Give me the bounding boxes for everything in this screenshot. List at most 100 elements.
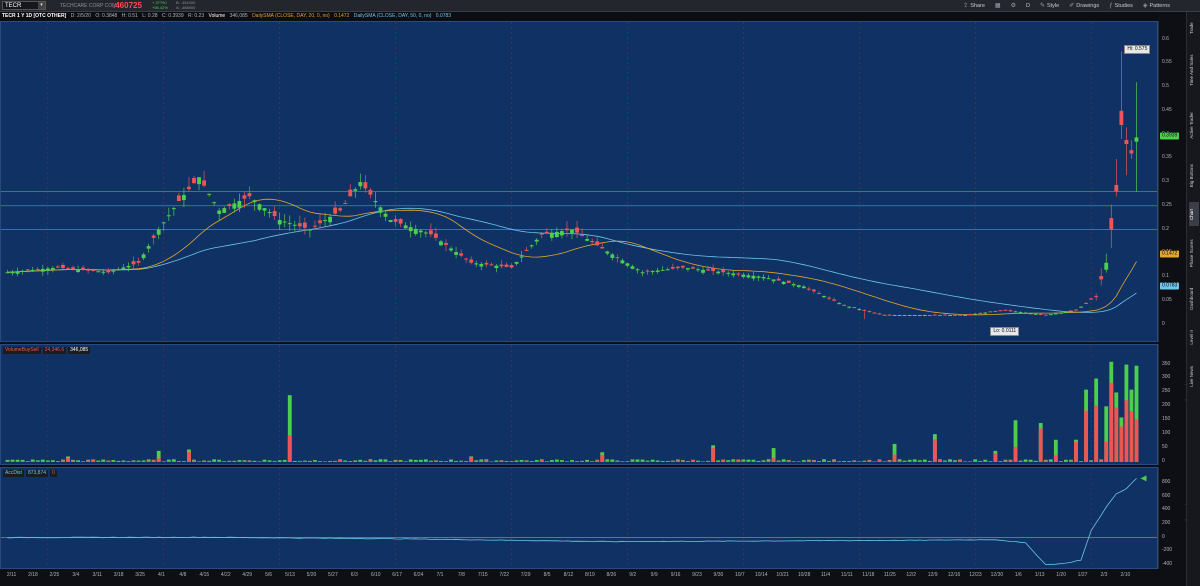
candlestick[interactable] (297, 215, 302, 231)
candlestick[interactable] (670, 263, 675, 270)
candlestick[interactable] (56, 265, 60, 269)
candlestick[interactable] (202, 170, 206, 188)
candlestick[interactable] (61, 262, 65, 270)
candlestick[interactable] (136, 257, 141, 266)
candlestick[interactable] (842, 304, 847, 307)
volume-bar[interactable] (1099, 459, 1104, 462)
sidebar-tab-phase-scores[interactable]: Phase Scores (1189, 230, 1199, 276)
volume-bar[interactable] (872, 461, 877, 462)
volume-bar[interactable] (549, 460, 554, 462)
symbol-dropdown-icon[interactable]: ▾ (38, 2, 45, 9)
candlestick[interactable] (383, 210, 388, 222)
candlestick[interactable] (605, 250, 610, 256)
volume-bar[interactable] (141, 460, 146, 462)
volume-bar[interactable] (403, 461, 408, 462)
volume-bar[interactable] (776, 460, 781, 462)
volume-bar[interactable] (1104, 406, 1109, 462)
candlestick[interactable] (686, 268, 690, 272)
volume-bar[interactable] (308, 460, 312, 462)
volume-bar[interactable] (630, 459, 635, 462)
volume-bar[interactable] (418, 459, 423, 462)
candlestick[interactable] (378, 205, 383, 218)
volume-bar[interactable] (887, 459, 892, 462)
candlestick[interactable] (212, 201, 217, 206)
volume-bar[interactable] (539, 459, 544, 462)
volume-bar[interactable] (625, 461, 630, 462)
candlestick[interactable] (131, 256, 136, 269)
candlestick[interactable] (1119, 51, 1124, 139)
volume-bar[interactable] (91, 459, 96, 462)
candlestick[interactable] (917, 314, 922, 316)
candlestick[interactable] (393, 215, 398, 227)
volume-bar[interactable] (524, 460, 529, 462)
candlestick[interactable] (484, 260, 489, 268)
volume-bar[interactable] (731, 459, 736, 462)
volume-bar[interactable] (106, 460, 111, 462)
volume-bar[interactable] (580, 460, 584, 462)
volume-bar[interactable] (721, 459, 726, 462)
volume-bar[interactable] (171, 459, 176, 462)
candlestick[interactable] (660, 266, 665, 271)
candlestick[interactable] (227, 203, 232, 210)
volume-bar[interactable] (1114, 392, 1119, 462)
candlestick[interactable] (302, 217, 307, 235)
volume-bar[interactable] (837, 461, 842, 462)
volume-bar[interactable] (1043, 459, 1048, 462)
volume-bar[interactable] (182, 461, 186, 462)
candlestick[interactable] (252, 199, 257, 211)
volume-bar[interactable] (544, 461, 549, 462)
volume-bar[interactable] (1134, 365, 1139, 462)
candlestick[interactable] (1003, 309, 1008, 311)
volume-bar[interactable] (640, 459, 645, 462)
candlestick[interactable] (600, 242, 605, 249)
sidebar-tab-trade[interactable]: Trade (1189, 16, 1199, 40)
volume-bar[interactable] (499, 460, 504, 462)
volume-bar[interactable] (509, 461, 514, 462)
candlestick[interactable] (1013, 310, 1018, 313)
candlestick[interactable] (353, 187, 358, 198)
volume-bar[interactable] (791, 461, 796, 462)
candlestick[interactable] (771, 279, 776, 284)
sidebar-tab-live-news[interactable]: Live News (1189, 358, 1199, 395)
candlestick[interactable] (428, 223, 433, 238)
candlestick[interactable] (86, 267, 91, 274)
volume-bar[interactable] (81, 461, 86, 462)
candlestick[interactable] (640, 270, 645, 277)
candlestick[interactable] (1124, 127, 1129, 176)
volume-bar[interactable] (1048, 459, 1053, 462)
volume-bar[interactable] (585, 459, 590, 462)
volume-bar[interactable] (454, 460, 458, 462)
volume-bar[interactable] (1064, 459, 1068, 462)
candlestick[interactable] (635, 267, 640, 274)
volume-bar[interactable] (459, 460, 464, 462)
volume-bar[interactable] (932, 434, 937, 462)
volume-bar[interactable] (1094, 378, 1099, 462)
volume-bar[interactable] (1058, 461, 1063, 462)
volume-bar[interactable] (348, 461, 353, 462)
candlestick[interactable] (1114, 158, 1119, 197)
candlestick[interactable] (625, 262, 630, 268)
candlestick[interactable] (509, 263, 514, 269)
share-button[interactable]: ⇪ Share (963, 2, 985, 10)
volume-bar[interactable] (1129, 389, 1134, 462)
volume-bar[interactable] (529, 461, 534, 462)
volume-bar[interactable] (61, 459, 65, 462)
volume-bar[interactable] (272, 460, 277, 462)
candlestick[interactable] (454, 246, 458, 259)
candlestick[interactable] (857, 308, 862, 311)
candlestick[interactable] (680, 265, 685, 270)
candlestick[interactable] (812, 288, 816, 294)
volume-bar[interactable] (151, 459, 156, 462)
volume-bar[interactable] (862, 460, 867, 462)
volume-bar[interactable] (716, 460, 721, 462)
volume-bar[interactable] (353, 460, 358, 462)
volume-bar[interactable] (66, 456, 70, 462)
volume-bar[interactable] (10, 459, 15, 462)
volume-bar[interactable] (333, 460, 338, 462)
candlestick[interactable] (313, 220, 317, 230)
candlestick[interactable] (1079, 306, 1083, 308)
candlestick[interactable] (882, 314, 887, 316)
candlestick[interactable] (761, 274, 766, 281)
volume-bar[interactable] (1008, 459, 1013, 462)
volume-bar[interactable] (408, 459, 413, 462)
